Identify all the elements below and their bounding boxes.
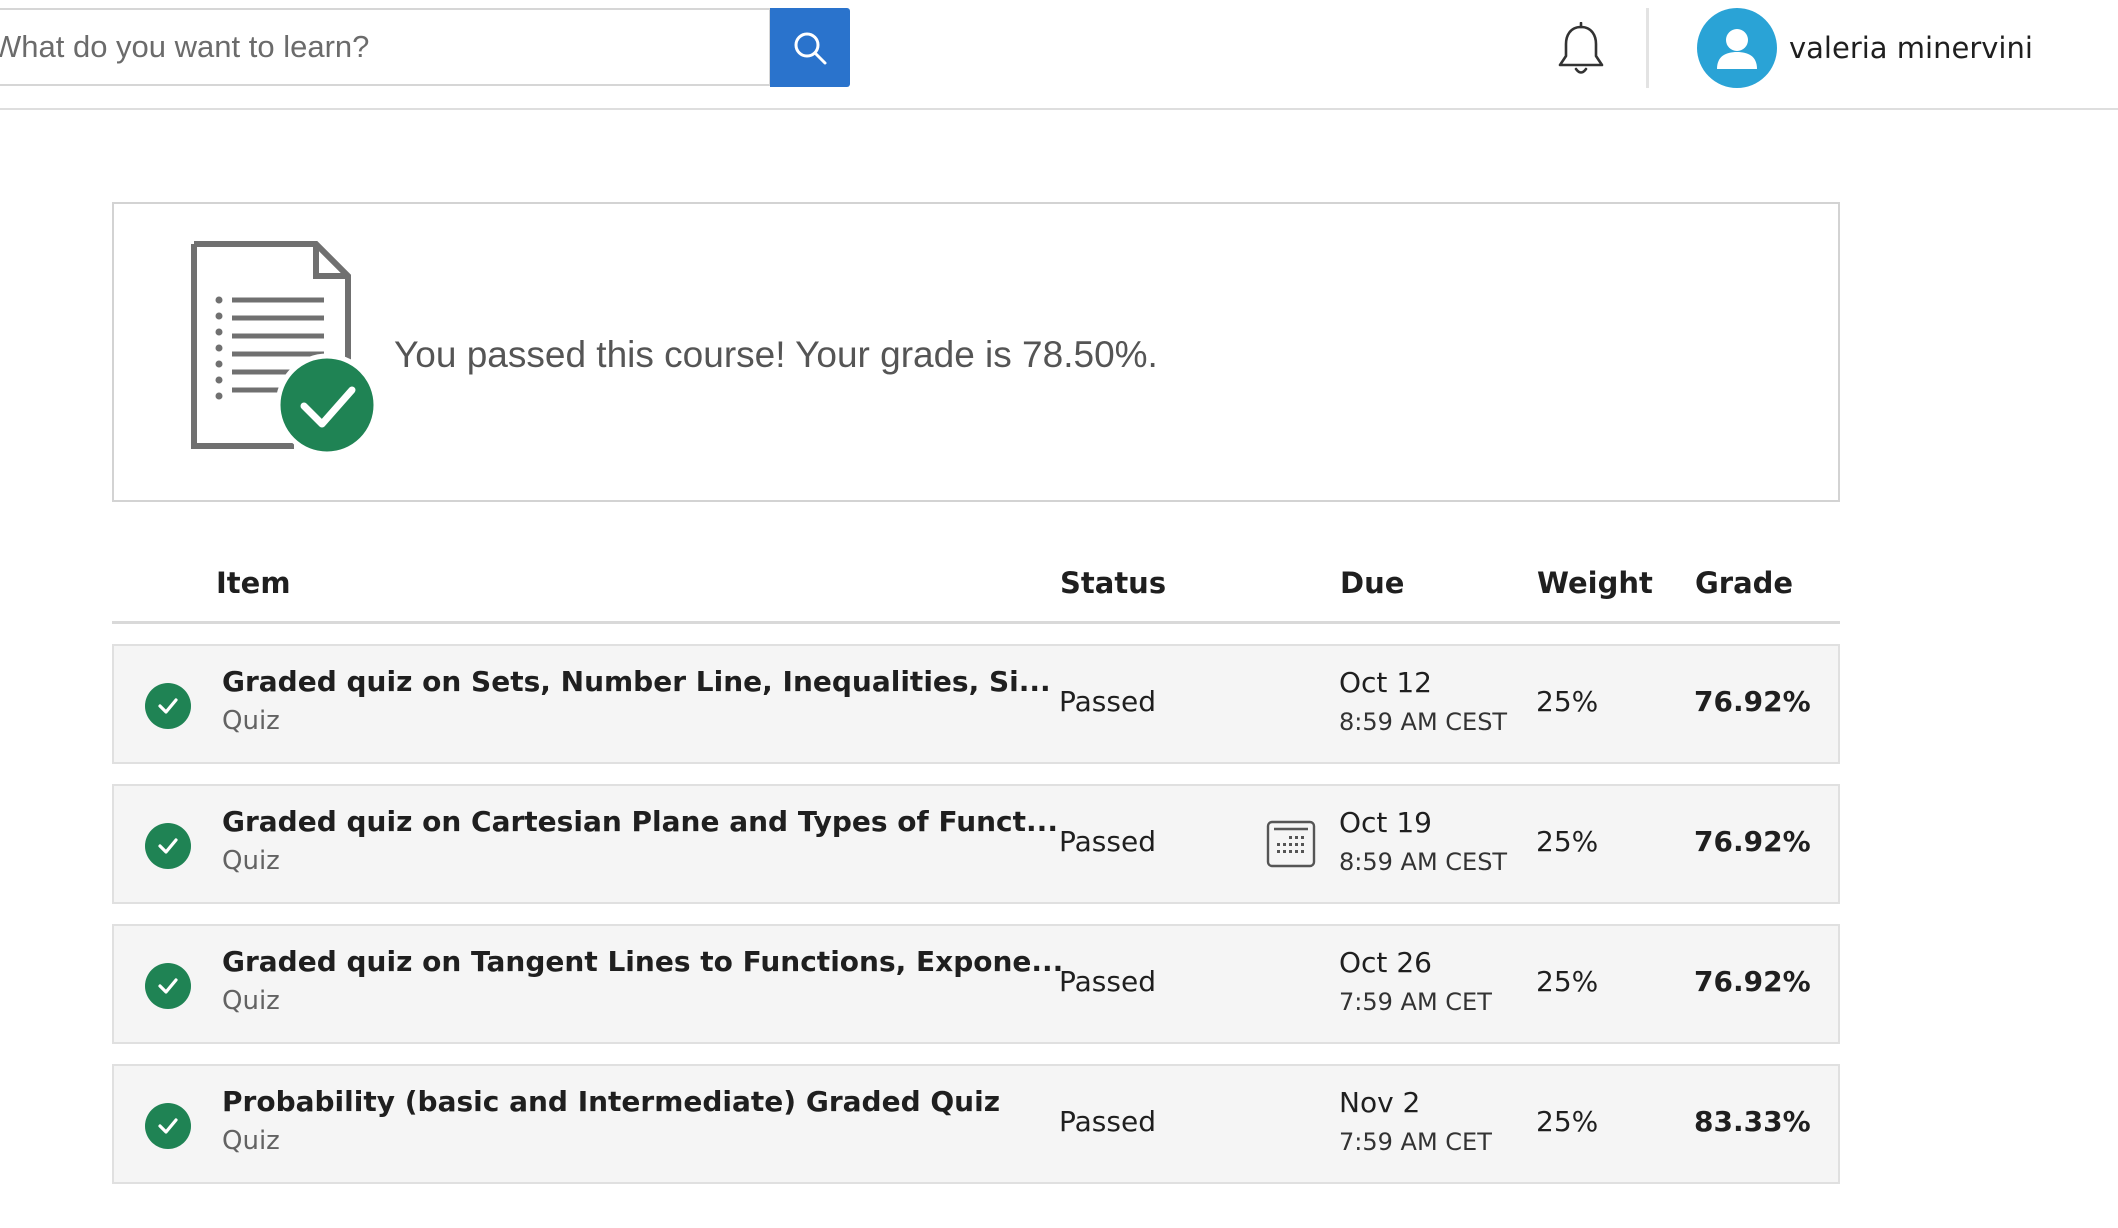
- item-status: Passed: [1059, 1105, 1156, 1138]
- item-grade: 83.33%: [1694, 1105, 1811, 1138]
- table-row[interactable]: Probability (basic and Intermediate) Gra…: [112, 1064, 1840, 1184]
- search-input[interactable]: [0, 10, 769, 84]
- table-row[interactable]: Graded quiz on Cartesian Plane and Types…: [112, 784, 1840, 904]
- course-result-card: You passed this course! Your grade is 78…: [112, 202, 1840, 502]
- search-button[interactable]: [770, 8, 850, 87]
- user-silhouette-icon: [1717, 29, 1757, 69]
- table-row[interactable]: Graded quiz on Sets, Number Line, Inequa…: [112, 644, 1840, 764]
- header-divider: [1646, 8, 1649, 88]
- column-header-weight: Weight: [1537, 566, 1653, 600]
- notifications-button[interactable]: [1555, 21, 1607, 78]
- table-row[interactable]: Graded quiz on Tangent Lines to Function…: [112, 924, 1840, 1044]
- search-icon: [794, 32, 827, 64]
- item-weight: 25%: [1536, 965, 1599, 998]
- item-grade: 76.92%: [1694, 825, 1811, 858]
- item-type: Quiz: [222, 1126, 280, 1156]
- item-title[interactable]: Probability (basic and Intermediate) Gra…: [222, 1085, 1000, 1118]
- item-title[interactable]: Graded quiz on Tangent Lines to Function…: [222, 945, 1063, 978]
- item-weight: 25%: [1536, 685, 1599, 718]
- item-due-time: 8:59 AM CEST: [1339, 708, 1508, 736]
- item-weight: 25%: [1536, 1105, 1599, 1138]
- item-due-date: Nov 2: [1339, 1086, 1421, 1119]
- item-due-date: Oct 19: [1339, 806, 1432, 839]
- column-header-item: Item: [216, 566, 291, 600]
- bell-icon: [1558, 21, 1604, 74]
- column-header-due: Due: [1340, 566, 1405, 600]
- item-status: Passed: [1059, 685, 1156, 718]
- passed-check-icon: [145, 1103, 191, 1149]
- item-status: Passed: [1059, 825, 1156, 858]
- item-type: Quiz: [222, 986, 280, 1016]
- item-status: Passed: [1059, 965, 1156, 998]
- item-due-time: 8:59 AM CEST: [1339, 848, 1508, 876]
- item-title[interactable]: Graded quiz on Cartesian Plane and Types…: [222, 805, 1058, 838]
- item-grade: 76.92%: [1694, 685, 1811, 718]
- item-due-time: 7:59 AM CET: [1339, 1128, 1492, 1156]
- passed-check-icon: [145, 823, 191, 869]
- column-header-status: Status: [1060, 566, 1167, 600]
- top-header: valeria minervini: [0, 0, 2118, 110]
- search-box: [0, 8, 771, 86]
- item-grade: 76.92%: [1694, 965, 1811, 998]
- item-due-date: Oct 26: [1339, 946, 1432, 979]
- item-type: Quiz: [222, 846, 280, 876]
- item-title[interactable]: Graded quiz on Sets, Number Line, Inequa…: [222, 665, 1051, 698]
- user-menu[interactable]: valeria minervini: [1697, 8, 2047, 88]
- calendar-icon[interactable]: [1265, 818, 1317, 870]
- column-header-grade: Grade: [1695, 566, 1794, 600]
- course-result-text: You passed this course! Your grade is 78…: [394, 334, 1158, 375]
- item-due-time: 7:59 AM CET: [1339, 988, 1492, 1016]
- item-type: Quiz: [222, 706, 280, 736]
- user-name: valeria minervini: [1789, 31, 2033, 65]
- grades-table-header: Item Status Due Weight Grade: [112, 560, 1840, 624]
- passed-check-icon: [145, 683, 191, 729]
- item-due-date: Oct 12: [1339, 666, 1432, 699]
- avatar: [1697, 8, 1777, 88]
- item-weight: 25%: [1536, 825, 1599, 858]
- document-checkmark-icon: [191, 241, 376, 457]
- passed-check-icon: [145, 963, 191, 1009]
